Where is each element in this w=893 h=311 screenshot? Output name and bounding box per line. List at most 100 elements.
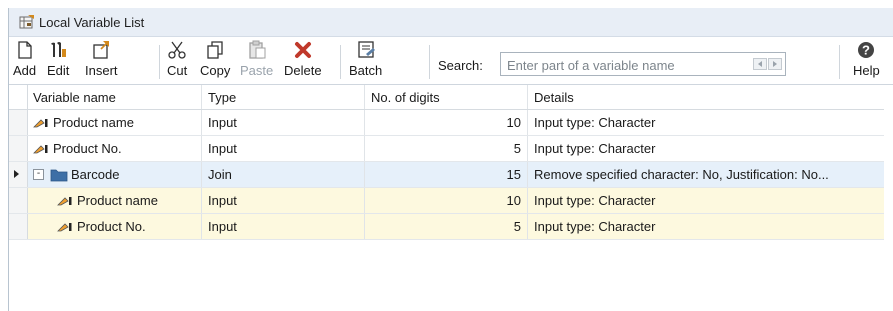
row-header[interactable] <box>9 188 28 213</box>
table-row-child[interactable]: Product No. Input 5 Input type: Characte… <box>9 214 884 240</box>
edit-label: Edit <box>47 63 70 78</box>
edit-button[interactable]: Edit <box>47 40 69 82</box>
cell-type[interactable]: Input <box>202 214 365 239</box>
details-text: Remove specified character: No, Justific… <box>534 167 829 182</box>
search-field[interactable] <box>500 52 786 76</box>
cell-variable-name[interactable]: Product No. <box>27 136 202 161</box>
variable-name-text: Product No. <box>53 141 122 156</box>
cell-details[interactable]: Input type: Character <box>528 188 884 213</box>
insert-label: Insert <box>85 63 118 78</box>
table-row[interactable]: Product name Input 10 Input type: Charac… <box>9 110 884 136</box>
row-header-corner <box>9 85 28 109</box>
cell-variable-name[interactable]: Product name <box>27 188 202 213</box>
search-input[interactable] <box>505 54 734 76</box>
svg-text:?: ? <box>862 43 870 58</box>
search-next-button[interactable] <box>768 58 782 70</box>
variable-name-text: Product No. <box>77 219 146 234</box>
insert-icon <box>93 41 110 59</box>
cell-type[interactable]: Input <box>202 188 365 213</box>
variable-icon <box>57 222 72 231</box>
column-header-details[interactable]: Details <box>528 85 884 109</box>
cell-variable-name[interactable]: Product No. <box>27 214 202 239</box>
column-header-type[interactable]: Type <box>202 85 365 109</box>
paste-button[interactable]: Paste <box>240 40 273 82</box>
column-header-digits[interactable]: No. of digits <box>365 85 528 109</box>
cell-type[interactable]: Input <box>202 110 365 135</box>
column-header-variable-name[interactable]: Variable name <box>27 85 202 109</box>
copy-button[interactable]: Copy <box>200 40 230 82</box>
cell-details[interactable]: Input type: Character <box>528 214 884 239</box>
toolbar-separator <box>839 45 840 79</box>
paste-label: Paste <box>240 63 274 78</box>
variable-icon <box>33 118 48 127</box>
toolbar-separator <box>159 45 160 79</box>
help-icon: ? <box>858 42 875 58</box>
cell-variable-name[interactable]: Product name <box>27 110 202 135</box>
collapse-button[interactable]: - <box>33 169 44 180</box>
window-title: Local Variable List <box>39 14 145 30</box>
table-row-child[interactable]: Product name Input 10 Input type: Charac… <box>9 188 884 214</box>
folder-icon <box>50 169 68 181</box>
variable-icon <box>33 144 48 153</box>
copy-label: Copy <box>200 63 231 78</box>
digits-text: 10 <box>506 193 521 208</box>
variable-name-text: Product name <box>77 193 158 208</box>
type-text: Join <box>208 167 232 182</box>
paste-icon <box>248 40 266 59</box>
details-text: Input type: Character <box>534 141 656 156</box>
cell-digits[interactable]: 10 <box>365 188 528 213</box>
cell-type[interactable]: Input <box>202 136 365 161</box>
search-previous-button[interactable] <box>753 58 767 70</box>
digits-text: 5 <box>513 219 521 234</box>
edit-properties-icon <box>51 42 67 57</box>
cell-digits[interactable]: 5 <box>365 136 528 161</box>
help-button[interactable]: ? Help <box>853 40 880 82</box>
add-label: Add <box>13 63 37 78</box>
search-label: Search: <box>438 58 483 73</box>
row-header[interactable] <box>9 110 28 135</box>
help-label: Help <box>853 63 880 78</box>
column-header-label: Details <box>534 89 574 105</box>
arrow-right-icon <box>773 61 777 67</box>
toolbar: Add Edit Insert Cut Copy Paste Delete Ba… <box>9 37 893 85</box>
cell-details[interactable]: Remove specified character: No, Justific… <box>528 162 884 187</box>
details-text: Input type: Character <box>534 193 656 208</box>
title-bar: Local Variable List <box>9 8 893 37</box>
row-header[interactable] <box>9 136 28 161</box>
cell-details[interactable]: Input type: Character <box>528 110 884 135</box>
details-text: Input type: Character <box>534 115 656 130</box>
batch-button[interactable]: Batch <box>349 40 382 82</box>
delete-label: Delete <box>284 63 322 78</box>
variable-grid: Variable name Type No. of digits Details… <box>9 85 884 240</box>
table-row-selected[interactable]: - Barcode Join 15 Remove specified chara… <box>9 162 884 188</box>
digits-text: 10 <box>506 115 521 130</box>
add-button[interactable]: Add <box>13 40 36 82</box>
cell-digits[interactable]: 10 <box>365 110 528 135</box>
row-header[interactable] <box>9 162 28 187</box>
toolbar-separator <box>340 45 341 79</box>
cell-variable-name[interactable]: - Barcode <box>27 162 202 187</box>
cell-type[interactable]: Join <box>202 162 365 187</box>
type-text: Input <box>208 115 237 130</box>
column-header-label: Type <box>208 89 237 105</box>
cut-button[interactable]: Cut <box>167 40 187 82</box>
toolbar-separator <box>429 45 430 79</box>
delete-x-icon <box>294 42 311 58</box>
type-text: Input <box>208 141 237 156</box>
variable-list-icon <box>19 15 34 29</box>
cell-digits[interactable]: 5 <box>365 214 528 239</box>
variable-name-text: Product name <box>53 115 134 130</box>
insert-button[interactable]: Insert <box>85 40 118 82</box>
local-variable-list-window: Local Variable List Add Edit Insert Cut … <box>8 8 893 311</box>
column-header-label: No. of digits <box>371 89 440 105</box>
details-text: Input type: Character <box>534 219 656 234</box>
digits-text: 15 <box>506 167 521 182</box>
table-row[interactable]: Product No. Input 5 Input type: Characte… <box>9 136 884 162</box>
cell-digits[interactable]: 15 <box>365 162 528 187</box>
grid-header-row: Variable name Type No. of digits Details <box>9 85 884 110</box>
type-text: Input <box>208 219 237 234</box>
row-header[interactable] <box>9 214 28 239</box>
delete-button[interactable]: Delete <box>284 40 322 82</box>
cell-details[interactable]: Input type: Character <box>528 136 884 161</box>
batch-label: Batch <box>349 63 383 78</box>
